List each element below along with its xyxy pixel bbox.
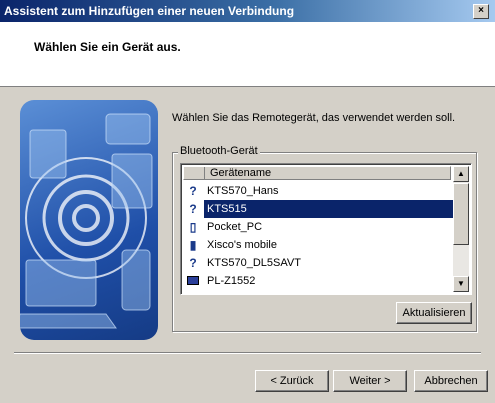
bluetooth-unknown-icon: ? [189, 184, 197, 198]
bluetooth-unknown-icon: ? [189, 202, 197, 216]
instruction-text: Wählen Sie das Remotegerät, das verwende… [172, 112, 456, 124]
back-button[interactable]: < Zurück [255, 370, 329, 392]
footer-separator [14, 352, 481, 354]
scroll-up-button[interactable]: ▲ [453, 166, 469, 182]
scroll-thumb[interactable] [453, 183, 469, 245]
list-item[interactable]: ▯ Pocket_PC [183, 218, 451, 236]
next-button[interactable]: Weiter > [333, 370, 407, 392]
column-header-label: Gerätename [210, 167, 272, 179]
device-name: KTS570_DL5SAVT [207, 257, 301, 269]
wizard-illustration [20, 100, 158, 340]
bluetooth-unknown-icon: ? [189, 256, 197, 270]
device-name: KTS515 [204, 200, 454, 218]
device-name: KTS570_Hans [207, 185, 279, 197]
list-item[interactable]: ▮ Xisco's mobile [183, 236, 451, 254]
device-list[interactable]: Gerätename ? KTS570_Hans ? KTS515 ▯ Pock… [180, 163, 472, 295]
column-divider [204, 167, 205, 179]
wizard-window: Assistent zum Hinzufügen einer neuen Ver… [0, 0, 495, 403]
window-title: Assistent zum Hinzufügen einer neuen Ver… [4, 4, 295, 18]
device-name: PL-Z1552 [207, 275, 256, 287]
wizard-header: Wählen Sie ein Gerät aus. [0, 22, 495, 87]
vertical-scrollbar[interactable]: ▲ ▼ [453, 166, 469, 292]
list-item[interactable]: PL-Z1552 [183, 272, 451, 290]
list-item-selected[interactable]: ? KTS515 [183, 200, 454, 218]
mobile-phone-icon: ▮ [189, 238, 197, 252]
refresh-button[interactable]: Aktualisieren [396, 302, 472, 324]
list-item[interactable]: ? KTS570_DL5SAVT [183, 254, 451, 272]
scroll-down-button[interactable]: ▼ [453, 276, 469, 292]
bluetooth-devices-illustration-icon [20, 113, 153, 329]
cancel-button[interactable]: Abbrechen [414, 370, 488, 392]
page-title: Wählen Sie ein Gerät aus. [34, 40, 181, 54]
device-name: Pocket_PC [207, 221, 263, 233]
column-header-devicename[interactable]: Gerätename [183, 166, 451, 180]
list-item[interactable]: ? KTS570_Hans [183, 182, 451, 200]
group-label: Bluetooth-Gerät [178, 145, 260, 157]
device-rows: ? KTS570_Hans ? KTS515 ▯ Pocket_PC ▮ Xis… [183, 182, 454, 290]
title-bar[interactable]: Assistent zum Hinzufügen einer neuen Ver… [0, 0, 495, 22]
computer-icon [187, 276, 199, 285]
pda-icon: ▯ [189, 220, 197, 234]
close-button[interactable]: × [473, 4, 489, 19]
device-name: Xisco's mobile [207, 239, 277, 251]
